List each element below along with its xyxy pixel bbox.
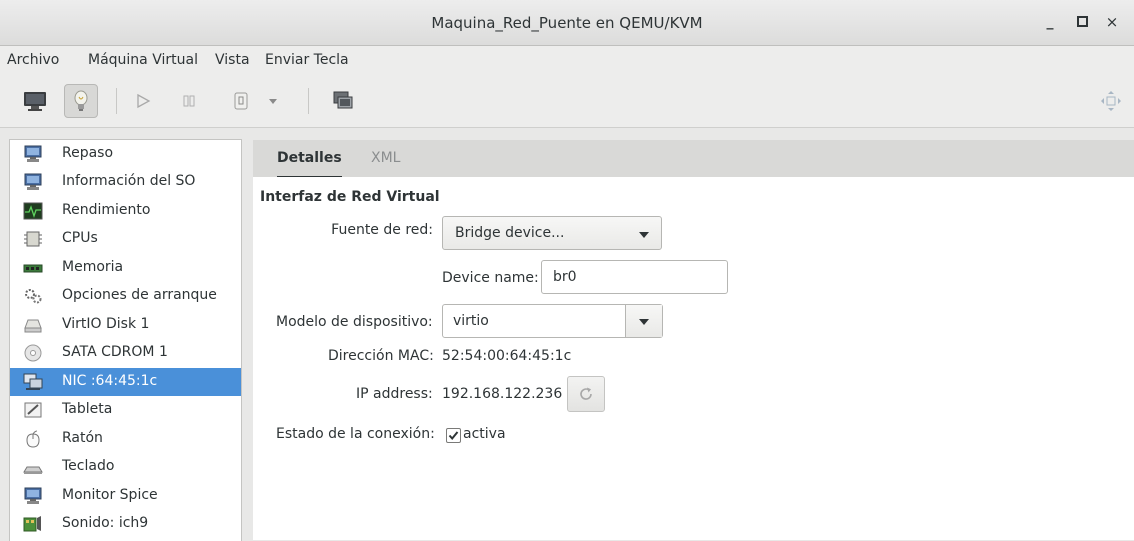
menu-bar: Archivo Máquina Virtual Vista Enviar Tec… — [0, 46, 1134, 75]
mac-value: 52:54:00:64:45:1c — [442, 348, 572, 364]
monitor-icon — [24, 145, 42, 162]
tab-bar: Detalles XML — [253, 140, 1134, 178]
sidebar-item-label: CPUs — [62, 230, 98, 246]
console-button[interactable] — [18, 84, 52, 118]
chevron-down-icon — [639, 319, 649, 325]
gears-icon — [25, 289, 42, 304]
dropdown-icon — [269, 99, 277, 104]
monitor-icon — [24, 487, 42, 504]
menu-archivo[interactable]: Archivo — [7, 52, 59, 68]
sidebar-item-info-so[interactable]: Información del SO — [10, 168, 241, 196]
sidebar-item-memoria[interactable]: Memoria — [10, 254, 241, 282]
sidebar-item-label: VirtIO Disk 1 — [62, 316, 150, 332]
toolbar-separator — [308, 88, 309, 114]
lightbulb-icon — [74, 90, 88, 111]
pause-icon — [183, 95, 195, 107]
sound-icon — [23, 516, 41, 532]
sidebar-item-label: Ratón — [62, 430, 103, 446]
shutdown-button[interactable] — [224, 84, 258, 118]
link-state-value: activa — [463, 426, 506, 442]
network-source-value: Bridge device... — [455, 225, 565, 241]
monitor-icon — [24, 92, 46, 111]
power-icon — [234, 92, 248, 110]
sidebar-item-label: Rendimiento — [62, 202, 151, 218]
sidebar-item-label: NIC :64:45:1c — [62, 373, 158, 389]
network-source-combo[interactable]: Bridge device... — [442, 216, 662, 250]
sidebar-item-monitor-spice[interactable]: Monitor Spice — [10, 482, 241, 510]
fullscreen-icon — [1101, 91, 1121, 111]
memory-icon — [23, 264, 43, 273]
maximize-icon — [1076, 15, 1088, 27]
menu-vista[interactable]: Vista — [215, 52, 250, 68]
fullscreen-button[interactable] — [1094, 84, 1128, 118]
window-titlebar: Maquina_Red_Puente en QEMU/KVM _ × — [0, 0, 1134, 46]
link-state-checkbox[interactable] — [446, 428, 461, 443]
chevron-down-icon — [639, 232, 649, 238]
mouse-icon — [26, 430, 40, 448]
graph-icon — [23, 202, 43, 220]
device-name-field[interactable] — [541, 260, 728, 294]
sidebar-item-repaso[interactable]: Repaso — [10, 140, 241, 168]
sidebar-item-label: Sonido: ich9 — [62, 515, 149, 531]
refresh-ip-button[interactable] — [567, 376, 605, 412]
toolbar — [0, 75, 1134, 128]
monitor-icon — [24, 173, 42, 190]
snapshot-icon — [333, 91, 353, 109]
sidebar-item-sonido[interactable]: Sonido: ich9 — [10, 510, 241, 538]
window-title: Maquina_Red_Puente en QEMU/KVM — [431, 14, 703, 32]
sidebar-item-rendimiento[interactable]: Rendimiento — [10, 197, 241, 225]
device-name-input[interactable] — [542, 261, 727, 293]
sidebar-item-label: Memoria — [62, 259, 124, 275]
pause-button[interactable] — [172, 84, 206, 118]
tab-detalles[interactable]: Detalles — [277, 140, 342, 178]
sidebar-item-label: Repaso — [62, 145, 114, 161]
sidebar-item-label: Monitor Spice — [62, 487, 158, 503]
shutdown-menu-button[interactable] — [256, 84, 290, 118]
tablet-icon — [24, 402, 42, 418]
chip-icon — [24, 231, 42, 247]
checkmark-icon — [448, 431, 459, 441]
minimize-button[interactable]: _ — [1038, 10, 1062, 34]
refresh-icon — [580, 387, 592, 400]
section-title: Interfaz de Red Virtual — [260, 189, 440, 205]
sidebar-item-tableta[interactable]: Tableta — [10, 396, 241, 424]
sidebar-item-teclado[interactable]: Teclado — [10, 453, 241, 481]
sidebar-item-nic[interactable]: NIC :64:45:1c — [10, 368, 241, 396]
device-model-dropdown-button[interactable] — [625, 305, 662, 337]
snapshots-button[interactable] — [326, 84, 360, 118]
sidebar-item-sata-cdrom[interactable]: SATA CDROM 1 — [10, 339, 241, 367]
hardware-list: Repaso Información del SO Rendimiento CP… — [9, 139, 242, 541]
sidebar-item-raton[interactable]: Ratón — [10, 425, 241, 453]
network-source-label: Fuente de red: — [331, 222, 433, 238]
link-state-label: Estado de la conexión: — [276, 426, 435, 442]
tab-xml[interactable]: XML — [371, 140, 400, 177]
device-model-combo[interactable]: virtio — [442, 304, 663, 338]
sidebar-item-label: SATA CDROM 1 — [62, 344, 168, 360]
maximize-button[interactable] — [1070, 10, 1094, 34]
details-button[interactable] — [64, 84, 98, 118]
menu-enviar-tecla[interactable]: Enviar Tecla — [265, 52, 349, 68]
toolbar-separator — [116, 88, 117, 114]
sidebar-item-label: Opciones de arranque — [62, 287, 217, 303]
sidebar-item-opciones-arranque[interactable]: Opciones de arranque — [10, 282, 241, 310]
run-button[interactable] — [126, 84, 160, 118]
cdrom-icon — [24, 344, 42, 362]
close-button[interactable]: × — [1100, 10, 1124, 34]
sidebar-item-cpus[interactable]: CPUs — [10, 225, 241, 253]
ip-value: 192.168.122.236 — [442, 386, 563, 402]
play-icon — [137, 93, 151, 109]
sidebar-item-virtio-disk[interactable]: VirtIO Disk 1 — [10, 311, 241, 339]
sidebar-item-label: Información del SO — [62, 173, 196, 189]
sidebar-item-label: Teclado — [62, 458, 115, 474]
mac-label: Dirección MAC: — [328, 348, 434, 364]
device-name-label: Device name: — [442, 270, 539, 286]
sidebar-item-label: Tableta — [62, 401, 113, 417]
menu-maquina-virtual[interactable]: Máquina Virtual — [88, 52, 198, 68]
ip-label: IP address: — [356, 386, 433, 402]
device-model-value: virtio — [453, 313, 489, 329]
network-icon — [23, 373, 43, 390]
device-model-label: Modelo de dispositivo: — [276, 314, 433, 330]
keyboard-icon — [23, 466, 43, 474]
disk-icon — [24, 319, 42, 333]
